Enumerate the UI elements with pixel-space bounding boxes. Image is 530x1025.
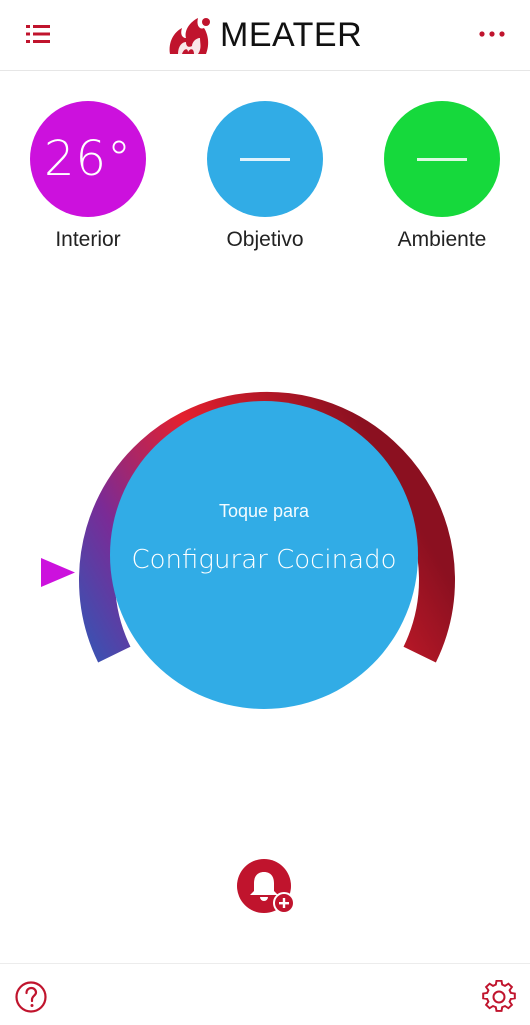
dial-pointer-icon bbox=[41, 558, 75, 587]
ambient-temp-empty-dash bbox=[417, 157, 467, 161]
brand-name: MEATER bbox=[220, 15, 363, 54]
add-alert-button[interactable] bbox=[236, 858, 298, 918]
target-temp-empty-dash bbox=[240, 157, 290, 161]
flame-logo-icon bbox=[169, 18, 210, 54]
internal-temp-circle[interactable]: 26° bbox=[30, 101, 146, 217]
help-icon bbox=[15, 981, 47, 1013]
internal-temp-value: 26° bbox=[43, 131, 133, 187]
bottom-bar bbox=[0, 963, 530, 1025]
ambient-temp-label: Ambiente bbox=[397, 228, 487, 251]
menu-button[interactable] bbox=[18, 16, 58, 52]
target-temp-circle[interactable] bbox=[207, 101, 323, 217]
bell-add-icon bbox=[237, 859, 295, 914]
settings-button[interactable] bbox=[480, 978, 518, 1016]
setup-cook-button[interactable]: Toque para Configurar Cocinado bbox=[110, 401, 418, 709]
tap-for-text: Toque para bbox=[218, 501, 310, 521]
gear-icon bbox=[482, 980, 516, 1012]
help-button[interactable] bbox=[12, 978, 50, 1016]
target-temp-label: Objetivo bbox=[226, 228, 304, 251]
list-icon bbox=[26, 25, 50, 43]
setup-cook-text: Configurar Cocinado bbox=[131, 545, 397, 575]
top-bar: MEATER bbox=[0, 0, 530, 71]
more-options-button[interactable] bbox=[472, 16, 512, 52]
more-dots-icon bbox=[479, 31, 505, 37]
ambient-temp-circle[interactable] bbox=[384, 101, 500, 217]
internal-temp-label: Interior bbox=[55, 228, 121, 251]
brand-logo: MEATER bbox=[166, 10, 362, 60]
